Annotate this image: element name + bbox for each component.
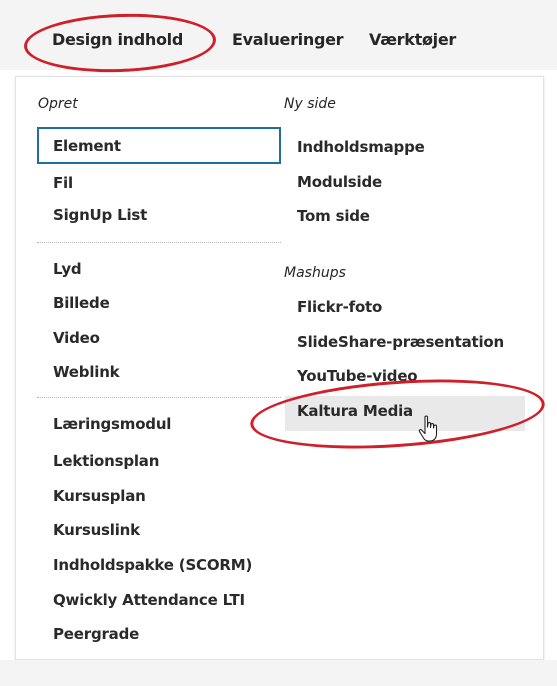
- menu-item-flickr-foto[interactable]: Flickr-foto: [297, 298, 382, 316]
- menu-item-tom-side[interactable]: Tom side: [297, 207, 370, 225]
- section-label-mashups: Mashups: [284, 265, 346, 281]
- menu-item-indholdsmappe[interactable]: Indholdsmappe: [297, 138, 425, 156]
- menu-item-lyd[interactable]: Lyd: [53, 260, 82, 278]
- menu-item-weblink[interactable]: Weblink: [53, 363, 120, 381]
- tab-evalueringer[interactable]: Evalueringer: [232, 30, 344, 49]
- menu-item-element-label: Element: [53, 137, 121, 155]
- tab-vaerktojer[interactable]: Værktøjer: [369, 30, 456, 49]
- menu-item-kursuslink[interactable]: Kursuslink: [53, 521, 140, 539]
- menu-item-fil[interactable]: Fil: [53, 174, 73, 192]
- menu-item-peergrade[interactable]: Peergrade: [53, 625, 139, 643]
- menu-item-qwickly-attendance-lti[interactable]: Qwickly Attendance LTI: [53, 591, 245, 609]
- tab-design-indhold[interactable]: Design indhold: [52, 30, 183, 49]
- menu-divider: [37, 397, 281, 398]
- menu-item-indholdspakke-scorm[interactable]: Indholdspakke (SCORM): [53, 556, 252, 574]
- hand-pointer-icon: [418, 415, 438, 442]
- menu-item-lektionsplan[interactable]: Lektionsplan: [53, 452, 159, 470]
- page-background: [0, 660, 557, 686]
- menu-item-kaltura-media-label: Kaltura Media: [297, 402, 413, 420]
- menu-divider: [37, 242, 281, 243]
- menu-item-signup-list[interactable]: SignUp List: [53, 206, 147, 224]
- menu-item-laeringsmodul[interactable]: Læringsmodul: [53, 415, 171, 433]
- menu-item-modulside[interactable]: Modulside: [297, 173, 382, 191]
- menu-item-kaltura-media[interactable]: Kaltura Media: [285, 396, 525, 431]
- section-label-ny-side: Ny side: [284, 96, 336, 112]
- menu-item-billede[interactable]: Billede: [53, 294, 110, 312]
- top-nav-bar: Design indhold Evalueringer Værktøjer: [0, 0, 557, 70]
- menu-item-youtube-video[interactable]: YouTube-video: [297, 367, 418, 385]
- section-label-opret: Opret: [38, 96, 78, 112]
- menu-item-kursusplan[interactable]: Kursusplan: [53, 487, 146, 505]
- menu-item-element[interactable]: Element: [37, 127, 281, 164]
- menu-item-video[interactable]: Video: [53, 329, 100, 347]
- menu-item-slideshare-praesentation[interactable]: SlideShare-præsentation: [297, 333, 504, 351]
